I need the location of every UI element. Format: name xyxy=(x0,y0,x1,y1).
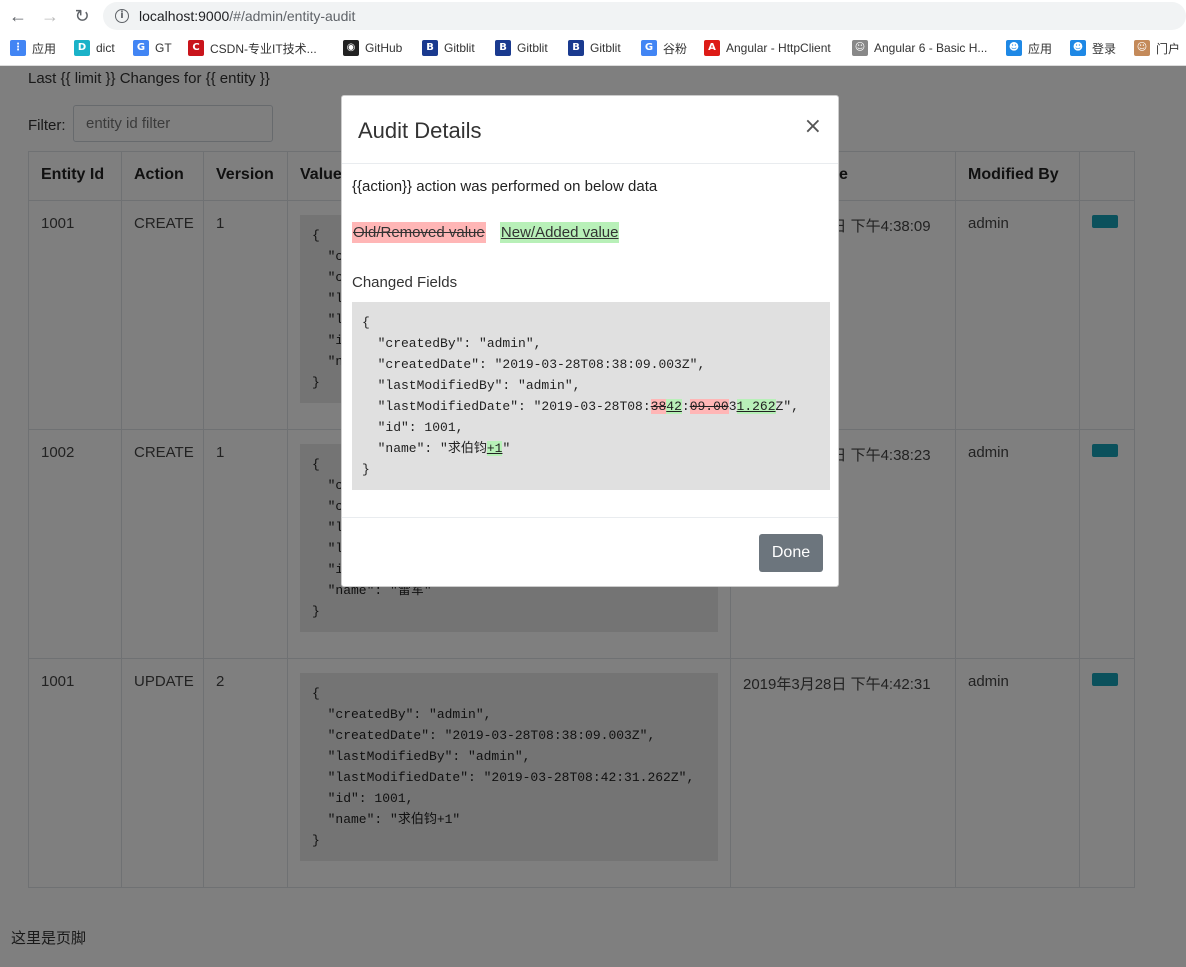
url-host: localhost:9000 xyxy=(139,8,230,24)
bookmark-label: Gitblit xyxy=(517,41,548,55)
bookmark-item[interactable]: A Angular - HttpClient xyxy=(704,38,831,58)
bookmark-item[interactable]: G GT xyxy=(133,38,172,58)
diff-line: "createdDate": "2019-03-28T08:38:09.003Z… xyxy=(362,357,706,372)
bookmark-item[interactable]: Ddict xyxy=(74,38,115,58)
person-icon: ☺ xyxy=(852,40,868,56)
bookmark-label: Gitblit xyxy=(590,41,621,55)
address-bar[interactable]: i localhost:9000/#/admin/entity-audit xyxy=(103,2,1186,30)
bookmark-item[interactable]: B Gitblit xyxy=(495,38,548,58)
address-row: ← → ↻ i localhost:9000/#/admin/entity-au… xyxy=(0,0,1186,32)
bookmark-item[interactable]: G 谷粉 xyxy=(641,38,687,58)
csdn-icon: C xyxy=(188,40,204,56)
bookmark-label: 应用 xyxy=(1028,41,1053,56)
diff-text: "name": "求伯钧 xyxy=(362,441,487,456)
diff-text: 3 xyxy=(728,399,737,414)
bookmark-label: Angular 6 - Basic H... xyxy=(874,41,988,55)
translate-icon: G xyxy=(133,40,149,56)
diff-line: "lastModifiedDate": "2019-03-28T08:3842:… xyxy=(362,399,799,414)
legend-old-value: Old/Removed value xyxy=(352,222,486,243)
diff-line: "name": "求伯钧+1" xyxy=(362,441,510,456)
done-button[interactable]: Done xyxy=(759,534,823,572)
diff-line: "id": 1001, xyxy=(362,420,464,435)
bookmark-item[interactable]: ☻ 登录 xyxy=(1070,38,1116,58)
diff-text: Z", xyxy=(775,399,799,414)
bookmark-label: Angular - HttpClient xyxy=(726,41,831,55)
bookmark-label: 登录 xyxy=(1092,41,1117,56)
legend-new-value: New/Added value xyxy=(499,222,620,243)
reload-icon[interactable]: ↻ xyxy=(70,4,94,28)
github-icon: ◉ xyxy=(343,40,359,56)
bookmark-item[interactable]: B Gitblit xyxy=(422,38,475,58)
modal-body: {{action}} action was performed on below… xyxy=(352,178,830,490)
bookmark-item[interactable]: ⋮ 应用 xyxy=(10,38,56,58)
bookmark-item[interactable]: ◉ GitHub xyxy=(343,38,402,58)
changed-fields-diff: { "createdBy": "admin", "createdDate": "… xyxy=(352,302,830,490)
qq-icon: ☻ xyxy=(1070,40,1086,56)
angular-icon: A xyxy=(704,40,720,56)
google-icon: G xyxy=(641,40,657,56)
back-arrow-icon[interactable]: ← xyxy=(6,4,30,28)
bookmark-item[interactable]: ☺ Angular 6 - Basic H... xyxy=(852,38,987,58)
action-description: {{action}} action was performed on below… xyxy=(352,178,658,195)
bookmark-item[interactable]: ☺ 门户 xyxy=(1134,38,1180,58)
bookmark-label: GT xyxy=(155,41,172,55)
diff-line: { xyxy=(362,315,370,330)
bookmark-label: CSDN-专业IT技术... xyxy=(210,41,317,56)
diff-line: } xyxy=(362,462,370,477)
bookmark-item[interactable]: ☻ 应用 xyxy=(1006,38,1052,58)
dict-icon: D xyxy=(74,40,90,56)
apps-grid-icon: ⋮ xyxy=(10,40,26,56)
diff-added: 42 xyxy=(666,399,682,414)
modal-header: Audit Details × xyxy=(342,96,838,164)
gitblit-icon: B xyxy=(568,40,584,56)
modal-title: Audit Details xyxy=(358,118,482,143)
browser-chrome: ← → ↻ i localhost:9000/#/admin/entity-au… xyxy=(0,0,1186,66)
diff-line: "lastModifiedBy": "admin", xyxy=(362,378,581,393)
diff-added: +1 xyxy=(486,441,503,456)
url-text[interactable]: localhost:9000/#/admin/entity-audit xyxy=(139,8,355,24)
url-path: /#/admin/entity-audit xyxy=(229,8,356,24)
bookmark-label: dict xyxy=(96,41,115,55)
diff-added: 1.262 xyxy=(736,399,776,414)
avatar-icon: ☺ xyxy=(1134,40,1150,56)
diff-legend: Old/Removed value New/Added value xyxy=(352,222,620,243)
bookmark-item[interactable]: C CSDN-专业IT技术... xyxy=(188,38,317,58)
bookmark-label: 应用 xyxy=(32,41,57,56)
bookmark-label: GitHub xyxy=(365,41,403,55)
diff-removed: 38 xyxy=(650,399,667,414)
bookmark-item[interactable]: B Gitblit xyxy=(568,38,621,58)
bookmarks-bar: ⋮ 应用 Ddict G GT C CSDN-专业IT技术... ◉ GitHub B Gitbli… xyxy=(0,34,1186,62)
diff-text: " xyxy=(502,441,511,456)
forward-arrow-icon[interactable]: → xyxy=(38,4,62,28)
bookmark-label: 门户 xyxy=(1156,41,1181,56)
gitblit-icon: B xyxy=(495,40,511,56)
qq-icon: ☻ xyxy=(1006,40,1022,56)
gitblit-icon: B xyxy=(422,40,438,56)
diff-line: "createdBy": "admin", xyxy=(362,336,542,351)
diff-removed: 09.00 xyxy=(689,399,729,414)
bookmark-label: Gitblit xyxy=(444,41,475,55)
audit-details-modal: Audit Details × {{action}} action was pe… xyxy=(341,95,839,587)
bookmark-label: 谷粉 xyxy=(663,41,688,56)
diff-text: : xyxy=(681,399,690,414)
info-icon[interactable]: i xyxy=(115,9,129,23)
diff-text: "lastModifiedDate": "2019-03-28T08: xyxy=(362,399,651,414)
close-icon[interactable]: × xyxy=(804,114,822,139)
changed-fields-label: Changed Fields xyxy=(352,274,458,291)
modal-footer: Done xyxy=(342,517,838,586)
